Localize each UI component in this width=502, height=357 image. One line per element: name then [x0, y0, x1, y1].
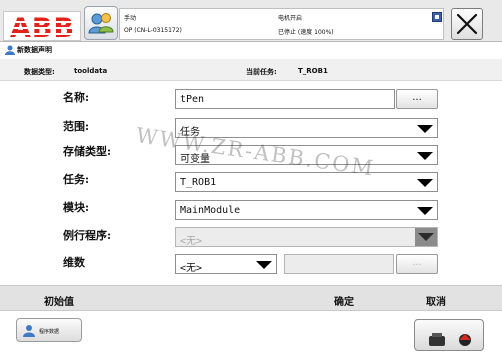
- cancel-button[interactable]: 取消: [426, 293, 446, 308]
- dimension-button: ...: [396, 254, 438, 274]
- page-title: 新数据声明: [17, 46, 52, 54]
- quickset-button[interactable]: [414, 319, 484, 351]
- dimension-dropdown[interactable]: <无>: [175, 254, 277, 274]
- task-dropdown[interactable]: T_ROB1: [175, 172, 438, 192]
- data-type-value: tooldata: [74, 67, 108, 75]
- name-label: 名称:: [63, 91, 90, 104]
- chevron-down-icon: [417, 179, 433, 187]
- task-label: 任务:: [63, 173, 90, 186]
- storage-type-label: 存储类型:: [63, 145, 112, 158]
- declaration-info: 数据类型: tooldata 当前任务: T_ROB1: [0, 59, 502, 81]
- dimension-size-input: [284, 254, 394, 274]
- module-dropdown[interactable]: MainModule: [175, 200, 438, 220]
- chevron-down-icon: [417, 152, 433, 160]
- status-flag-icon: [432, 12, 442, 22]
- user-icon[interactable]: [84, 6, 118, 40]
- dimension-label: 维数: [63, 256, 85, 269]
- action-bar: 初始值 确定 取消: [0, 285, 502, 311]
- top-bar: ABB 手动 OP (CN-L-0315172) 电机开启 已停止 (速度 10…: [0, 0, 502, 44]
- chevron-down-icon: [256, 261, 272, 269]
- window-titlebar: 新数据声明: [0, 42, 502, 56]
- routine-label: 例行程序:: [63, 229, 112, 242]
- close-button[interactable]: [451, 8, 483, 40]
- taskbar: 程序数据: [0, 311, 502, 357]
- routine-dropdown: <无>: [175, 227, 438, 247]
- scope-label: 范围:: [63, 120, 90, 133]
- routine-value: <无>: [180, 236, 203, 247]
- taskbar-item-label: 程序数据: [39, 329, 60, 335]
- data-type-label: 数据类型:: [24, 68, 55, 76]
- close-icon: [456, 13, 478, 35]
- task-value: T_ROB1: [180, 177, 217, 188]
- chevron-down-icon: [417, 125, 433, 133]
- current-task-label: 当前任务:: [246, 68, 277, 76]
- module-label: 模块:: [63, 201, 90, 214]
- abb-logo[interactable]: ABB: [3, 11, 81, 44]
- motor-state: 电机开启: [278, 15, 303, 22]
- chevron-down-icon: [417, 207, 433, 215]
- run-state: 已停止 (速度 100%): [278, 29, 334, 36]
- program-data-icon: [5, 45, 15, 55]
- operating-mode: 手动: [124, 15, 137, 22]
- name-input[interactable]: tPen: [175, 89, 395, 109]
- ok-button[interactable]: 确定: [334, 293, 354, 308]
- taskbar-program-data[interactable]: 程序数据: [16, 318, 82, 342]
- declaration-form: 名称: tPen ... 范围: 任务 存储类型: 可变量 任务: T_ROB1…: [0, 81, 502, 281]
- current-task-value: T_ROB1: [298, 67, 328, 75]
- quickset-icon: [429, 333, 471, 346]
- chevron-down-icon: [415, 228, 437, 246]
- controller-name: OP (CN-L-0315172): [124, 27, 182, 34]
- program-data-icon: [23, 325, 35, 337]
- dimension-value: <无>: [180, 263, 203, 274]
- module-value: MainModule: [180, 205, 241, 216]
- status-panel[interactable]: 手动 OP (CN-L-0315172) 电机开启 已停止 (速度 100%): [119, 8, 444, 40]
- initial-value-button[interactable]: 初始值: [44, 293, 74, 308]
- name-keyboard-button[interactable]: ...: [396, 89, 438, 109]
